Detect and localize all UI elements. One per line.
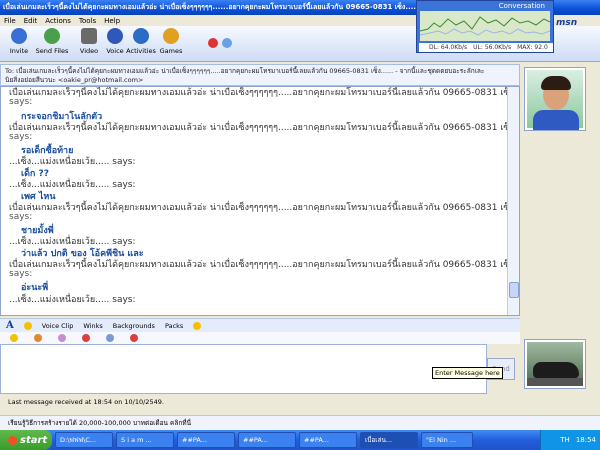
graph-lines [419,16,551,36]
send-files-button[interactable]: Send Files [34,28,70,60]
activities-icon [133,28,149,44]
cool-icon[interactable] [106,334,114,342]
taskbar-item[interactable]: ##PA... [177,432,235,448]
custom-emoticon-bar [0,332,520,344]
says-label: says: [9,269,33,279]
menu-edit[interactable]: Edit [24,17,38,25]
display-picture-icon[interactable] [222,38,232,48]
graph-plot [419,11,551,41]
heart-icon[interactable] [130,334,138,342]
invite-button[interactable]: Invite [4,28,34,60]
taskbar-item[interactable]: S i a m ... [116,432,174,448]
font-button[interactable]: A [6,320,14,331]
download-rate: DL: 64.0Kb/s [429,44,468,51]
message-text: เบื่อเล่นเกมละเร็วๆนี้คงไม่ได้คุยกะผมทาง… [9,260,520,270]
input-tooltip: Enter Message here [432,367,503,379]
games-icon [163,28,179,44]
packs-button[interactable]: Packs [165,322,183,330]
max-rate: MAX: 92.0 [517,44,548,51]
emoticon-icon[interactable] [23,321,32,330]
party-icon[interactable] [58,334,66,342]
says-label: says: [9,97,33,107]
start-button[interactable]: start [0,430,52,450]
menu-actions[interactable]: Actions [45,17,71,25]
language-indicator[interactable]: TH [560,436,570,444]
says-label: says: [9,132,33,142]
conversation-scrollbar[interactable] [507,87,519,315]
taskbar-item[interactable]: D:\ฟฟฟ\C... [55,432,113,448]
block-icon[interactable] [208,38,218,48]
conversation-history[interactable]: เบื่อเล่นเกมละเร็วๆนี้คงไม่ได้คุยกะผมทาง… [0,86,520,316]
says-label: says: [9,212,33,222]
format-bar: A Voice Clip Winks Backgrounds Packs [0,318,520,332]
message-text: เบื่อเล่นเกมละเร็วๆนี้คงไม่ได้คุยกะผมทาง… [9,123,520,133]
winks-button[interactable]: Winks [83,322,102,330]
wink-emoticon-icon[interactable] [34,334,42,342]
message-text: เบื่อเล่นเกมละเร็วๆนี้คงไม่ได้คุยกะผมทาง… [9,88,520,98]
taskbar-item[interactable]: ##PA... [299,432,357,448]
message-text: ...เซ็ง...แม่งเหนื่อยเว้ย..... says: [9,295,136,305]
contact-display-picture[interactable] [525,68,585,130]
message-input[interactable] [0,344,487,394]
voice-icon [107,28,123,44]
system-tray: TH 18:54 [540,430,600,450]
backgrounds-button[interactable]: Backgrounds [113,322,155,330]
clock: 18:54 [575,436,596,444]
taskbar-item-active[interactable]: เบื่อเล่น... [360,432,418,448]
taskbar-item[interactable]: "El Nin ... [421,432,473,448]
windows-logo-icon [8,435,17,445]
video-icon [81,28,97,44]
nudge-icon[interactable] [193,321,202,330]
menu-bar: File Edit Actions Tools Help [0,15,415,26]
to-email: นิยสิ่งอย่อยสีนวนะ <oakie_pr@hotmail.com… [5,76,144,84]
menu-file[interactable]: File [4,17,16,25]
send-files-icon [44,28,60,44]
advertisement-bar[interactable]: เรียนรู้วิธีการสร้างรายได้ 20,000-100,00… [0,415,600,430]
menu-tools[interactable]: Tools [79,17,96,25]
graph-stats: DL: 64.0Kb/s UL: 56.0Kb/s MAX: 92.0 [419,43,553,52]
taskbar: start D:\ฟฟฟ\C... S i a m ... ##PA... ##… [0,430,600,450]
to-bar: To: เบื่อเล่นเกมละเร็วๆนี้คงไม่ได้คุยกะผ… [0,64,520,86]
upload-rate: UL: 56.0Kb/s [473,44,512,51]
scrollbar-thumb[interactable] [509,282,519,298]
bandwidth-graph: Conversation DL: 64.0Kb/s UL: 56.0Kb/s M… [416,0,554,53]
lips-icon[interactable] [82,334,90,342]
message-text: เบื่อเล่นเกมละเร็วๆนี้คงไม่ได้คุยกะผมทาง… [9,203,520,213]
menu-help[interactable]: Help [104,17,120,25]
msn-logo: msn [556,18,578,28]
invite-icon [11,28,27,44]
last-message-status: Last message received at 18:54 on 10/10/… [0,396,520,408]
graph-title: Conversation [498,2,545,10]
my-display-picture[interactable] [525,340,585,388]
taskbar-item[interactable]: ##PA... [238,432,296,448]
voice-clip-button[interactable]: Voice Clip [42,322,74,330]
smile-icon[interactable] [10,334,18,342]
activities-button[interactable]: Activities [124,28,158,60]
to-line: To: เบื่อเล่นเกมละเร็วๆนี้คงไม่ได้คุยกะผ… [5,67,485,75]
games-button[interactable]: Games [156,28,186,60]
